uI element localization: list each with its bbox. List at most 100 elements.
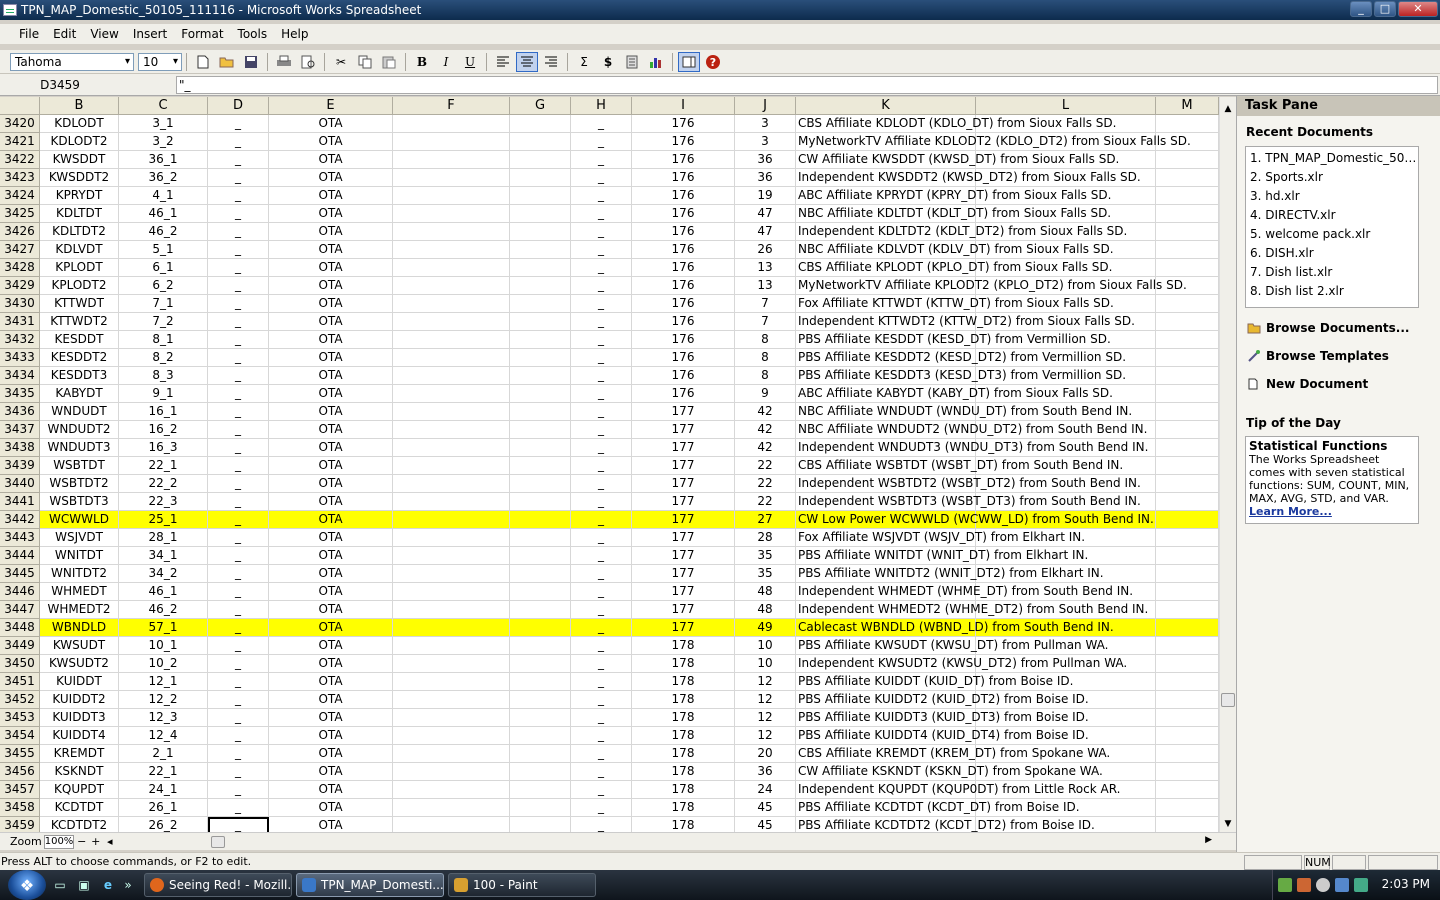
cell-reference[interactable]: D3459 bbox=[0, 76, 120, 94]
tray-security-icon[interactable] bbox=[1316, 878, 1330, 892]
cell-H[interactable]: _ bbox=[571, 583, 632, 601]
row-header[interactable]: 3424 bbox=[0, 187, 40, 205]
row-header[interactable]: 3448 bbox=[0, 619, 40, 637]
cell-D[interactable]: _ bbox=[208, 439, 269, 457]
cell-B[interactable]: WHMEDT2 bbox=[40, 601, 119, 619]
minimize-button[interactable]: _ bbox=[1350, 1, 1372, 17]
cell-B[interactable]: KESDDT2 bbox=[40, 349, 119, 367]
cell-J[interactable]: 7 bbox=[735, 295, 796, 313]
cell-I[interactable]: 177 bbox=[632, 583, 735, 601]
cell-B[interactable]: WHMEDT bbox=[40, 583, 119, 601]
row-header[interactable]: 3440 bbox=[0, 475, 40, 493]
cell-M[interactable] bbox=[1156, 367, 1219, 385]
cell-G[interactable] bbox=[510, 511, 571, 529]
cell-H[interactable]: _ bbox=[571, 817, 632, 832]
learn-more-link[interactable]: Learn More... bbox=[1249, 505, 1414, 518]
cell-G[interactable] bbox=[510, 133, 571, 151]
cell-J[interactable]: 49 bbox=[735, 619, 796, 637]
cell-E[interactable]: OTA bbox=[269, 385, 393, 403]
cell-C[interactable]: 12_4 bbox=[119, 727, 208, 745]
cell-H[interactable]: _ bbox=[571, 781, 632, 799]
cell-C[interactable]: 12_3 bbox=[119, 709, 208, 727]
cell-C[interactable]: 16_3 bbox=[119, 439, 208, 457]
column-header-L[interactable]: L bbox=[976, 97, 1156, 115]
cell-M[interactable] bbox=[1156, 331, 1219, 349]
cell-J[interactable]: 3 bbox=[735, 133, 796, 151]
row-header[interactable]: 3451 bbox=[0, 673, 40, 691]
cell-J[interactable]: 35 bbox=[735, 547, 796, 565]
column-header-G[interactable]: G bbox=[510, 97, 571, 115]
cut-icon[interactable]: ✂ bbox=[330, 52, 352, 72]
cell-K[interactable]: ABC Affiliate KABYDT (KABY_DT) from Siou… bbox=[796, 385, 1113, 403]
cell-E[interactable]: OTA bbox=[269, 799, 393, 817]
cell-J[interactable]: 3 bbox=[735, 115, 796, 133]
more-quicklaunch-icon[interactable]: » bbox=[122, 876, 134, 894]
cell-D[interactable]: _ bbox=[208, 223, 269, 241]
menu-tools[interactable]: Tools bbox=[231, 27, 275, 41]
underline-icon[interactable]: U bbox=[459, 52, 481, 72]
vertical-scroll-thumb[interactable] bbox=[1221, 693, 1235, 707]
cell-M[interactable] bbox=[1156, 601, 1219, 619]
cell-M[interactable] bbox=[1156, 673, 1219, 691]
cell-G[interactable] bbox=[510, 439, 571, 457]
cell-K[interactable]: Independent WHMEDT (WHME_DT) from South … bbox=[796, 583, 1133, 601]
cell-E[interactable]: OTA bbox=[269, 169, 393, 187]
cell-D[interactable]: _ bbox=[208, 529, 269, 547]
cell-M[interactable] bbox=[1156, 655, 1219, 673]
font-select[interactable]: Tahoma bbox=[10, 52, 134, 71]
row-header[interactable]: 3425 bbox=[0, 205, 40, 223]
cell-H[interactable]: _ bbox=[571, 133, 632, 151]
cell-J[interactable]: 12 bbox=[735, 691, 796, 709]
cell-H[interactable]: _ bbox=[571, 403, 632, 421]
cell-D[interactable]: _ bbox=[208, 403, 269, 421]
row-header[interactable]: 3432 bbox=[0, 331, 40, 349]
cell-C[interactable]: 57_1 bbox=[119, 619, 208, 637]
horizontal-scrollbar[interactable]: Zoom 100% − + ◂ ▶ bbox=[0, 832, 1236, 850]
row-header[interactable]: 3430 bbox=[0, 295, 40, 313]
cell-E[interactable]: OTA bbox=[269, 529, 393, 547]
cell-M[interactable] bbox=[1156, 691, 1219, 709]
row-header[interactable]: 3446 bbox=[0, 583, 40, 601]
cell-G[interactable] bbox=[510, 367, 571, 385]
cell-B[interactable]: WBNDLD bbox=[40, 619, 119, 637]
cell-C[interactable]: 12_2 bbox=[119, 691, 208, 709]
row-header[interactable]: 3427 bbox=[0, 241, 40, 259]
cell-B[interactable]: WSBTDT2 bbox=[40, 475, 119, 493]
cell-C[interactable]: 7_1 bbox=[119, 295, 208, 313]
cell-K[interactable]: PBS Affiliate KUIDDT4 (KUID_DT4) from Bo… bbox=[796, 727, 1089, 745]
menu-edit[interactable]: Edit bbox=[46, 27, 83, 41]
cell-B[interactable]: KESDDT3 bbox=[40, 367, 119, 385]
cell-J[interactable]: 12 bbox=[735, 709, 796, 727]
cell-H[interactable]: _ bbox=[571, 637, 632, 655]
cell-F[interactable] bbox=[393, 241, 510, 259]
cell-E[interactable]: OTA bbox=[269, 331, 393, 349]
cell-C[interactable]: 9_1 bbox=[119, 385, 208, 403]
print-preview-icon[interactable] bbox=[297, 52, 319, 72]
cell-M[interactable] bbox=[1156, 349, 1219, 367]
row-header[interactable]: 3429 bbox=[0, 277, 40, 295]
cell-D[interactable]: _ bbox=[208, 187, 269, 205]
column-header-C[interactable]: C bbox=[119, 97, 208, 115]
cell-G[interactable] bbox=[510, 187, 571, 205]
cell-M[interactable] bbox=[1156, 763, 1219, 781]
easy-calc-icon[interactable] bbox=[621, 52, 643, 72]
cell-I[interactable]: 176 bbox=[632, 259, 735, 277]
cell-K[interactable]: PBS Affiliate KCDTDT2 (KCDT_DT2) from Bo… bbox=[796, 817, 1095, 832]
cell-G[interactable] bbox=[510, 385, 571, 403]
cell-H[interactable]: _ bbox=[571, 457, 632, 475]
cell-K[interactable]: NBC Affiliate WNDUDT (WNDU_DT) from Sout… bbox=[796, 403, 1132, 421]
cell-G[interactable] bbox=[510, 565, 571, 583]
cell-H[interactable]: _ bbox=[571, 277, 632, 295]
cell-D[interactable]: _ bbox=[208, 763, 269, 781]
row-header[interactable]: 3459 bbox=[0, 817, 40, 832]
menu-file[interactable]: File bbox=[12, 27, 46, 41]
cell-J[interactable]: 12 bbox=[735, 673, 796, 691]
cell-J[interactable]: 22 bbox=[735, 475, 796, 493]
row-header[interactable]: 3455 bbox=[0, 745, 40, 763]
cell-F[interactable] bbox=[393, 223, 510, 241]
cell-H[interactable]: _ bbox=[571, 547, 632, 565]
autosum-icon[interactable]: Σ bbox=[573, 52, 595, 72]
cell-K[interactable]: PBS Affiliate KUIDDT3 (KUID_DT3) from Bo… bbox=[796, 709, 1089, 727]
column-header-B[interactable]: B bbox=[40, 97, 119, 115]
cell-D[interactable]: _ bbox=[208, 799, 269, 817]
